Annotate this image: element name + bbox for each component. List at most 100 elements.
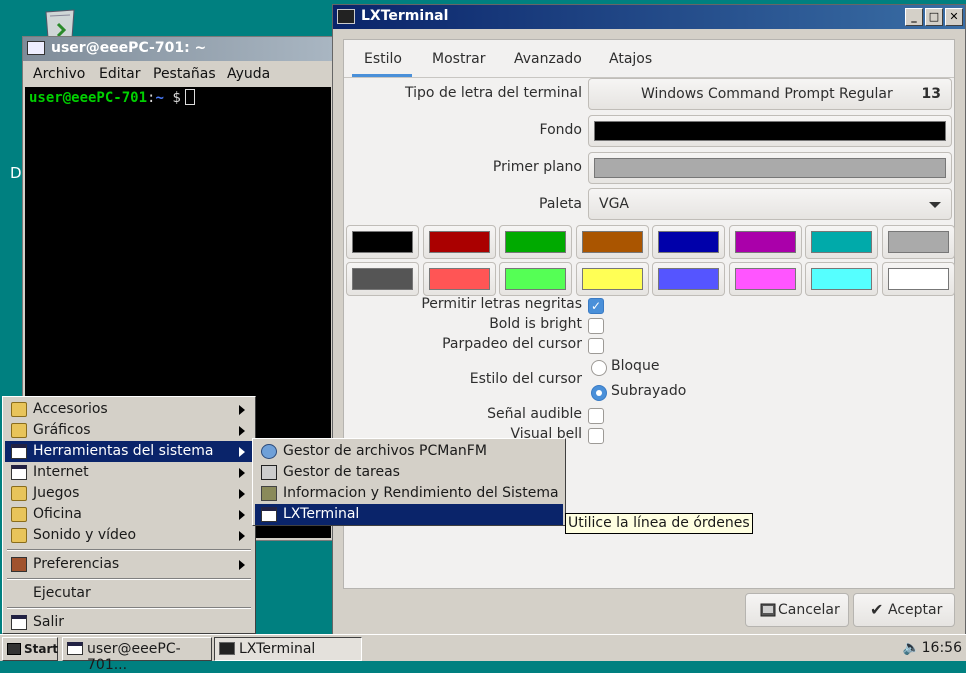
menu-item-salir[interactable]: Salir: [5, 612, 253, 633]
minimize-button[interactable]: _: [905, 8, 923, 26]
font-label: Tipo de letra del terminal: [405, 85, 582, 101]
window-icon: [67, 642, 83, 655]
palette-color-button[interactable]: [805, 225, 878, 259]
menu-item-preferencias[interactable]: Preferencias: [5, 554, 253, 575]
background-color-button[interactable]: [588, 115, 952, 147]
palette-color-button[interactable]: [346, 262, 419, 296]
system-info-icon: [261, 486, 277, 501]
close-button[interactable]: ✕: [945, 8, 963, 26]
audible-bell-checkbox[interactable]: [588, 408, 604, 424]
folder-icon: [11, 402, 27, 417]
menu-item-herramientas-del-sistema[interactable]: Herramientas del sistema: [5, 441, 253, 462]
clock: 16:56: [921, 640, 962, 656]
menu-item-oficina[interactable]: Oficina: [5, 504, 253, 525]
folder-icon: [11, 507, 27, 522]
window-icon: [11, 465, 27, 480]
palette-color-button[interactable]: [575, 225, 649, 259]
tab-mostrar[interactable]: Mostrar: [432, 51, 486, 67]
font-name: Windows Command Prompt Regular: [641, 86, 893, 102]
menu-item-internet[interactable]: Internet: [5, 462, 253, 483]
menu-item-label: Salir: [33, 614, 65, 630]
foreground-label: Primer plano: [492, 159, 582, 175]
menu-item-graficos[interactable]: Gráficos: [5, 420, 253, 441]
terminal-icon: [219, 642, 235, 655]
palette-color-button[interactable]: [881, 225, 955, 259]
submenu-arrow-icon: [239, 531, 245, 541]
taskbar-item-terminal[interactable]: user@eeePC-701...: [62, 637, 212, 673]
allow-bold-checkbox[interactable]: ✓: [588, 298, 604, 314]
palette-swatch: [352, 268, 413, 290]
tab-estilo[interactable]: Estilo: [364, 51, 402, 67]
menu-item-ejecutar[interactable]: Ejecutar: [5, 583, 253, 604]
palette-swatch: [428, 231, 490, 253]
menu-separator: [7, 607, 251, 609]
palette-color-button[interactable]: [499, 262, 572, 296]
tab-atajos[interactable]: Atajos: [609, 51, 652, 67]
cursor-style-block-radio[interactable]: [591, 360, 607, 376]
palette-color-button[interactable]: [499, 225, 572, 259]
submenu-item-label: Informacion y Rendimiento del Sistema: [283, 485, 559, 501]
submenu-item-lxterminal[interactable]: LXTerminal: [255, 504, 563, 525]
cancel-label: Cancelar: [778, 602, 840, 618]
palette-color-button[interactable]: [346, 225, 419, 259]
submenu-arrow-icon: [239, 426, 245, 436]
menu-item-label: Juegos: [33, 485, 80, 501]
cursor-style-label: Estilo del cursor: [469, 371, 582, 387]
palette-swatch: [658, 268, 719, 290]
menu-item-label: Accesorios: [33, 401, 108, 417]
menu-item-label: Sonido y vídeo: [33, 527, 137, 543]
palette-swatch: [734, 231, 796, 253]
foreground-color-button[interactable]: [588, 152, 952, 184]
palette-color-button[interactable]: [728, 262, 802, 296]
menu-item-juegos[interactable]: Juegos: [5, 483, 253, 504]
menu-item-sonido-y-video[interactable]: Sonido y vídeo: [5, 525, 253, 546]
font-picker-button[interactable]: Windows Command Prompt Regular 13: [588, 78, 952, 110]
start-button[interactable]: Start: [2, 637, 58, 661]
window-icon: [11, 444, 27, 459]
cursor-style-block-label[interactable]: Bloque: [611, 358, 659, 374]
ok-button[interactable]: ✔ Aceptar: [853, 593, 955, 627]
palette-color-button[interactable]: [575, 262, 649, 296]
preferences-dialog[interactable]: LXTerminal _ □ ✕ Estilo Mostrar Avanzado…: [332, 4, 966, 636]
palette-color-button[interactable]: [881, 262, 955, 296]
submenu-arrow-icon: [239, 560, 245, 570]
cancel-button[interactable]: Cancelar: [745, 593, 849, 627]
prompt-dollar: $: [172, 90, 181, 106]
dialog-titlebar[interactable]: LXTerminal _ □ ✕: [333, 5, 965, 29]
palette-color-button[interactable]: [652, 262, 725, 296]
palette-color-button[interactable]: [728, 225, 802, 259]
menu-item-label: Gráficos: [33, 422, 91, 438]
maximize-button[interactable]: □: [925, 8, 943, 26]
cursor-blink-checkbox[interactable]: [588, 338, 604, 354]
submenu-item-system-info[interactable]: Informacion y Rendimiento del Sistema: [255, 483, 563, 504]
submenu-arrow-icon: [239, 405, 245, 415]
menu-separator: [7, 549, 251, 551]
visual-bell-checkbox[interactable]: [588, 428, 604, 444]
volume-icon[interactable]: 🔈: [903, 640, 920, 656]
tab-avanzado[interactable]: Avanzado: [514, 51, 582, 67]
palette-color-button[interactable]: [652, 225, 725, 259]
menu-ayuda[interactable]: Ayuda: [227, 66, 270, 82]
active-tab-indicator: [352, 74, 412, 77]
start-menu: Accesorios Gráficos Herramientas del sis…: [2, 396, 256, 634]
submenu-item-pcmanfm[interactable]: Gestor de archivos PCManFM: [255, 441, 563, 462]
menu-pestanas[interactable]: Pestañas: [153, 66, 216, 82]
terminal-titlebar[interactable]: user@eeePC-701: ~: [23, 37, 333, 61]
preferences-icon: [11, 557, 27, 572]
palette-color-button[interactable]: [805, 262, 878, 296]
palette-color-button[interactable]: [422, 225, 496, 259]
taskbar-item-lxterminal[interactable]: LXTerminal: [214, 637, 362, 661]
menu-editar[interactable]: Editar: [99, 66, 140, 82]
cursor-style-underline-label[interactable]: Subrayado: [611, 383, 686, 399]
menu-item-label: Ejecutar: [33, 585, 91, 601]
bold-bright-checkbox[interactable]: [588, 318, 604, 334]
cursor-style-underline-radio[interactable]: [591, 385, 607, 401]
cursor-blink-label: Parpadeo del cursor: [442, 336, 582, 352]
submenu-item-label: LXTerminal: [283, 506, 360, 522]
submenu-item-task-manager[interactable]: Gestor de tareas: [255, 462, 563, 483]
terminal-menubar: Archivo Editar Pestañas Ayuda: [23, 63, 333, 85]
menu-item-accesorios[interactable]: Accesorios: [5, 399, 253, 420]
palette-color-button[interactable]: [422, 262, 496, 296]
palette-combobox[interactable]: VGA: [588, 188, 952, 220]
menu-archivo[interactable]: Archivo: [33, 66, 85, 82]
